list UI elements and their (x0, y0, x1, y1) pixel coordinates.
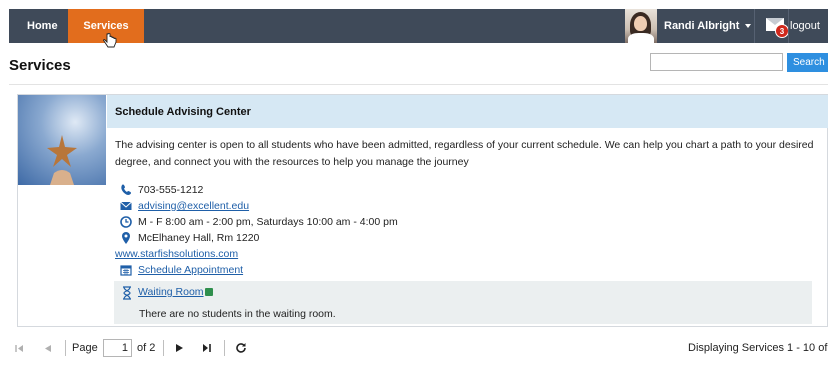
pager-divider (163, 340, 164, 356)
first-page-icon[interactable] (15, 344, 24, 353)
email-link[interactable]: advising@excellent.edu (138, 199, 249, 213)
previous-page-icon[interactable] (43, 344, 52, 353)
page-number-input[interactable]: 1 (103, 339, 132, 357)
pager-divider (224, 340, 225, 356)
nav-divider (754, 9, 755, 43)
page-title: Services (9, 57, 71, 74)
service-title: Schedule Advising Center (115, 106, 251, 118)
clock-icon (120, 216, 132, 228)
user-name[interactable]: Randi Albright (664, 9, 739, 43)
message-count-badge[interactable]: 3 (775, 24, 789, 38)
pagination-bar: Page 1 of 2 Displaying Services 1 - 10 o… (9, 334, 828, 362)
search-button[interactable]: Search (787, 53, 828, 72)
calendar-icon (120, 265, 132, 276)
search-input[interactable] (650, 53, 783, 71)
phone-number: 703-555-1212 (138, 184, 204, 196)
envelope-icon (120, 201, 132, 210)
page-label: Page (72, 342, 98, 354)
schedule-appointment-link[interactable]: Schedule Appointment (138, 263, 243, 277)
service-description: The advising center is open to all stude… (115, 139, 814, 168)
service-card: Schedule Advising Center The advising ce… (17, 94, 828, 327)
page-total: of 2 (137, 342, 156, 354)
waiting-room-message: There are no students in the waiting roo… (139, 308, 336, 320)
map-marker-icon (122, 232, 130, 244)
service-thumbnail (18, 95, 106, 185)
service-card-header: Schedule Advising Center (107, 95, 828, 128)
waiting-room-panel: Waiting Room There are no students in th… (114, 281, 812, 324)
hourglass-icon (123, 286, 131, 300)
office-hours: M - F 8:00 am - 2:00 pm, Saturdays 10:00… (138, 216, 398, 228)
refresh-icon[interactable] (235, 342, 247, 354)
last-page-icon[interactable] (202, 343, 212, 353)
avatar[interactable] (625, 9, 657, 43)
pager-divider (65, 340, 66, 356)
external-link-icon[interactable] (205, 288, 213, 296)
nav-divider (788, 9, 789, 43)
next-page-icon[interactable] (175, 343, 185, 353)
hand-cursor-icon (103, 33, 117, 48)
phone-icon (121, 184, 131, 195)
chevron-down-icon[interactable] (745, 24, 751, 28)
waiting-room-link[interactable]: Waiting Room (138, 286, 204, 298)
website-link[interactable]: www.starfishsolutions.com (115, 247, 238, 261)
top-nav-bar: Home Services Randi Albright 3 logout (9, 9, 828, 43)
display-count-text: Displaying Services 1 - 10 of 1 (688, 342, 828, 354)
logout-link[interactable]: logout (790, 9, 820, 43)
nav-home-link[interactable]: Home (14, 9, 68, 43)
office-location: McElhaney Hall, Rm 1220 (138, 232, 260, 244)
starfish-icon (47, 135, 77, 185)
header-divider (9, 84, 828, 85)
